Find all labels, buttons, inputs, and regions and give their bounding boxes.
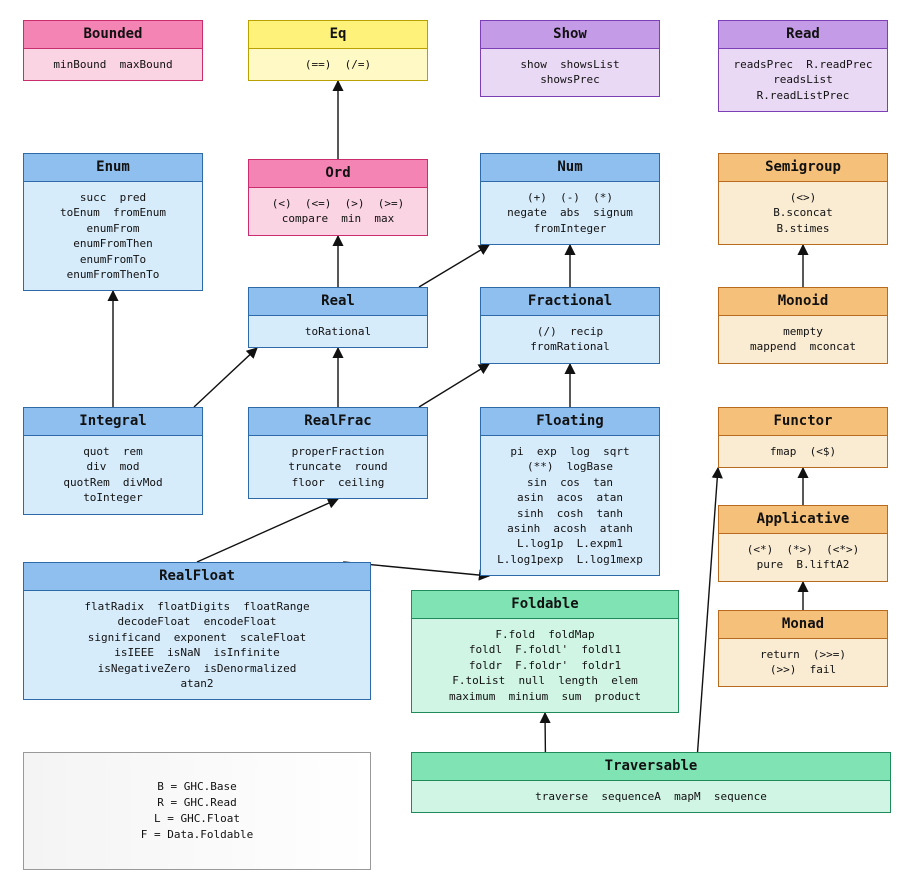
legend-line: R = GHC.Read <box>157 796 236 809</box>
node-body: readsPrec R.readPrec readsList R.readLis… <box>719 49 887 111</box>
arrow <box>194 348 257 407</box>
node-body: show showsList showsPrec <box>481 49 659 96</box>
node-body: (<>) B.sconcat B.stimes <box>719 182 887 244</box>
arrow <box>197 499 338 562</box>
node-body: F.fold foldMap foldl F.foldl' foldl1 fol… <box>412 619 678 712</box>
legend-box: B = GHC.Base R = GHC.Read L = GHC.Float … <box>23 752 371 870</box>
node-show: Showshow showsList showsPrec <box>480 20 660 97</box>
node-realfrac: RealFracproperFraction truncate round fl… <box>248 407 428 499</box>
node-body: properFraction truncate round floor ceil… <box>249 436 427 498</box>
node-title: Foldable <box>412 591 678 619</box>
node-title: Bounded <box>24 21 202 49</box>
arrow <box>419 364 489 407</box>
node-real: RealtoRational <box>248 287 428 348</box>
arrow <box>419 245 489 287</box>
node-applicative: Applicative(<*) (*>) (<*>) pure B.liftA2 <box>718 505 888 582</box>
node-title: Num <box>481 154 659 182</box>
node-title: Show <box>481 21 659 49</box>
node-floating: Floatingpi exp log sqrt (**) logBase sin… <box>480 407 660 576</box>
node-fractional: Fractional(/) recip fromRational <box>480 287 660 364</box>
node-title: Ord <box>249 160 427 188</box>
node-title: Floating <box>481 408 659 436</box>
node-body: (==) (/=) <box>249 49 427 80</box>
node-foldable: FoldableF.fold foldMap foldl F.foldl' fo… <box>411 590 679 713</box>
node-bounded: BoundedminBound maxBound <box>23 20 203 81</box>
node-title: Traversable <box>412 753 890 781</box>
node-title: Integral <box>24 408 202 436</box>
node-traversable: Traversabletraverse sequenceA mapM seque… <box>411 752 891 813</box>
node-body: succ pred toEnum fromEnum enumFrom enumF… <box>24 182 202 290</box>
node-title: Fractional <box>481 288 659 316</box>
node-integral: Integralquot rem div mod quotRem divMod … <box>23 407 203 515</box>
node-body: (/) recip fromRational <box>481 316 659 363</box>
node-body: flatRadix floatDigits floatRange decodeF… <box>24 591 370 699</box>
node-title: RealFloat <box>24 563 370 591</box>
node-title: Semigroup <box>719 154 887 182</box>
node-realfloat: RealFloatflatRadix floatDigits floatRang… <box>23 562 371 700</box>
node-body: (<*) (*>) (<*>) pure B.liftA2 <box>719 534 887 581</box>
node-title: Eq <box>249 21 427 49</box>
node-semigroup: Semigroup(<>) B.sconcat B.stimes <box>718 153 888 245</box>
legend-line: B = GHC.Base <box>157 780 236 793</box>
node-body: mempty mappend mconcat <box>719 316 887 363</box>
node-body: (+) (-) (*) negate abs signum fromIntege… <box>481 182 659 244</box>
node-body: minBound maxBound <box>24 49 202 80</box>
node-title: Applicative <box>719 506 887 534</box>
node-enum: Enumsucc pred toEnum fromEnum enumFrom e… <box>23 153 203 291</box>
node-body: (<) (<=) (>) (>=) compare min max <box>249 188 427 235</box>
node-body: traverse sequenceA mapM sequence <box>412 781 890 812</box>
node-title: Monoid <box>719 288 887 316</box>
diagram-stage: BoundedminBound maxBound Eq(==) (/=) Sho… <box>0 0 909 853</box>
node-body: fmap (<$) <box>719 436 887 467</box>
node-functor: Functorfmap (<$) <box>718 407 888 468</box>
node-title: Enum <box>24 154 202 182</box>
node-title: RealFrac <box>249 408 427 436</box>
node-monad: Monadreturn (>>=) (>>) fail <box>718 610 888 687</box>
node-body: pi exp log sqrt (**) logBase sin cos tan… <box>481 436 659 575</box>
legend-line: F = Data.Foldable <box>141 828 254 841</box>
node-monoid: Monoidmempty mappend mconcat <box>718 287 888 364</box>
node-body: toRational <box>249 316 427 347</box>
node-title: Monad <box>719 611 887 639</box>
node-body: quot rem div mod quotRem divMod toIntege… <box>24 436 202 514</box>
node-num: Num(+) (-) (*) negate abs signum fromInt… <box>480 153 660 245</box>
node-title: Real <box>249 288 427 316</box>
arrow <box>698 468 718 752</box>
node-title: Functor <box>719 408 887 436</box>
node-ord: Ord(<) (<=) (>) (>=) compare min max <box>248 159 428 236</box>
legend-line: L = GHC.Float <box>154 812 240 825</box>
node-read: ReadreadsPrec R.readPrec readsList R.rea… <box>718 20 888 112</box>
node-title: Read <box>719 21 887 49</box>
node-body: return (>>=) (>>) fail <box>719 639 887 686</box>
node-eq: Eq(==) (/=) <box>248 20 428 81</box>
